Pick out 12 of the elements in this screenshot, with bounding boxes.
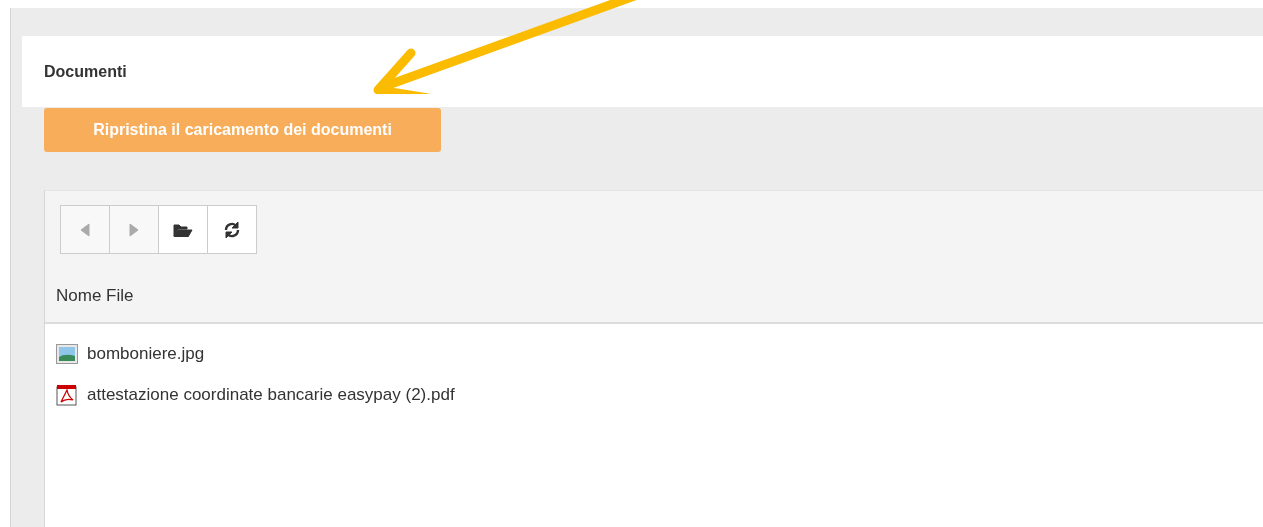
left-triangle-icon [79, 222, 91, 237]
refresh-button[interactable] [207, 205, 257, 254]
folder-icon [173, 222, 193, 237]
file-name[interactable]: bomboniere.jpg [87, 343, 205, 364]
image-file-icon [56, 343, 78, 364]
pdf-file-icon [56, 383, 78, 406]
panel-title: Documenti [44, 62, 127, 81]
open-folder-button[interactable] [158, 205, 208, 254]
right-triangle-icon [128, 222, 140, 237]
column-header[interactable]: Nome File [56, 286, 134, 306]
file-name[interactable]: attestazione coordinate bancarie easypay (2).pdf [87, 384, 455, 405]
refresh-icon [223, 220, 241, 239]
